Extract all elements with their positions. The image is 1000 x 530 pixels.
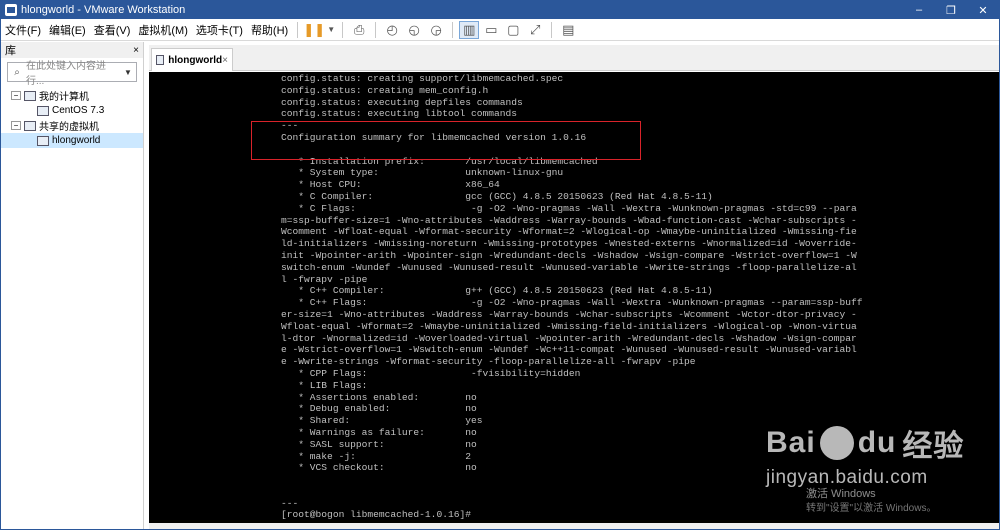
console-line: * CPP Flags: -fvisibility=hidden — [281, 367, 581, 379]
console-line: * Host CPU: x86_64 — [281, 179, 500, 191]
window-title: hlongworld - VMware Workstation — [21, 4, 186, 16]
minimize-button[interactable]: – — [903, 1, 935, 19]
title-bar: hlongworld - VMware Workstation – ❐ ✕ — [1, 1, 999, 19]
console-line: l-dtor -Wnormalized=id -Woverloaded-virt… — [281, 332, 857, 344]
console-line: * LIB Flags: — [281, 379, 368, 391]
tree-item-label: 我的计算机 — [39, 92, 89, 103]
send-ctrl-alt-del-icon[interactable]: ⎙ — [349, 21, 369, 39]
console-line: switch-enum -Wundef -Wunused -Wunused-re… — [281, 261, 857, 273]
console-line: * Debug enabled: no — [281, 403, 477, 415]
console-line: init -Wpointer-arith -Wpointer-sign -Wre… — [281, 249, 857, 261]
vmware-app-icon — [5, 4, 17, 16]
console-line: * C++ Compiler: g++ (GCC) 4.8.5 20150623… — [281, 285, 713, 297]
console-line: * C Flags: -g -O2 -Wno-pragmas -Wall -We… — [281, 202, 857, 214]
pause-icon[interactable]: ❚❚ — [303, 21, 325, 39]
console-line: * C++ Flags: -g -O2 -Wno-pragmas -Wall -… — [281, 297, 863, 309]
vm-icon — [156, 55, 165, 65]
computer-icon — [24, 90, 36, 101]
vm-tab-bar: hlongworld × — [149, 45, 999, 71]
library-title: 库 — [5, 45, 16, 57]
status-strip — [149, 523, 999, 529]
unity-icon[interactable]: ⤢ — [525, 21, 545, 39]
console-line: * SASL support: no — [281, 438, 477, 450]
snapshot-icon[interactable]: ◴ — [382, 21, 402, 39]
toolbar-separator — [297, 21, 299, 38]
library-header: 库 × — [1, 42, 143, 58]
console-line: * Shared: yes — [281, 415, 483, 427]
tab-label: hlongworld — [168, 54, 223, 66]
toolbar-separator — [375, 21, 377, 38]
search-dropdown-icon[interactable]: ▼ — [124, 68, 136, 77]
menu-vm[interactable]: 虚拟机(M) — [134, 22, 192, 38]
library-panel: 库 × ⌕ 在此处键入内容进行... ▼ − 我的计算机 CentOS 7.3 … — [1, 42, 144, 529]
vm-icon — [37, 105, 49, 116]
console-line: * System type: unknown-linux-gnu — [281, 167, 564, 179]
console-line: --- — [281, 120, 299, 132]
menu-file[interactable]: 文件(F) — [1, 22, 45, 38]
menu-view[interactable]: 查看(V) — [90, 22, 135, 38]
console-line: e -Wstrict-overflow=1 -Wswitch-enum -Wun… — [281, 344, 857, 356]
console-line: Configuration summary for libmemcached v… — [281, 131, 587, 143]
console-line: er-size=1 -Wno-attributes -Waddress -War… — [281, 308, 857, 320]
tab-close-icon[interactable]: × — [222, 55, 228, 66]
tree-item-shared-vms[interactable]: − 共享的虚拟机 — [1, 118, 143, 133]
library-close-icon[interactable]: × — [133, 45, 143, 56]
console-line: * VCS checkout: no — [281, 462, 477, 474]
console-line: config.status: creating support/libmemca… — [281, 73, 564, 84]
console-line: Wfloat-equal -Wformat=2 -Wmaybe-uninitia… — [281, 320, 857, 332]
full-screen-icon[interactable]: ▢ — [503, 21, 523, 39]
toolbar-separator — [551, 21, 553, 38]
search-placeholder: 在此处键入内容进行... — [26, 61, 106, 87]
console-line: ld-initializers -Wmissing-noreturn -Wmis… — [281, 238, 857, 250]
menu-help[interactable]: 帮助(H) — [247, 22, 292, 38]
console-line: * Installation prefix: /usr/local/libmem… — [281, 155, 598, 167]
console-line: config.status: executing depfiles comman… — [281, 96, 523, 108]
tree-item-hlongworld[interactable]: hlongworld — [1, 133, 143, 148]
console-line: * make -j: 2 — [281, 450, 471, 462]
console-line: * C Compiler: gcc (GCC) 4.8.5 20150623 (… — [281, 190, 713, 202]
console-line: config.status: executing libtool command… — [281, 108, 518, 120]
library-search-input[interactable]: ⌕ 在此处键入内容进行... ▼ — [7, 61, 137, 87]
tree-item-label: 共享的虚拟机 — [39, 122, 99, 133]
console-line: Wcomment -Wfloat-equal -Wformat-security… — [281, 226, 857, 238]
console-line: l -fwrapv -pipe — [281, 273, 368, 285]
menu-bar: 文件(F) 编辑(E) 查看(V) 虚拟机(M) 选项卡(T) 帮助(H) ❚❚… — [1, 19, 999, 41]
tab-hlongworld[interactable]: hlongworld × — [151, 48, 233, 71]
close-button[interactable]: ✕ — [967, 1, 999, 19]
show-library-icon[interactable]: ▥ — [459, 20, 480, 39]
tree-item-label: CentOS 7.3 — [52, 105, 105, 116]
vmware-window: hlongworld - VMware Workstation – ❐ ✕ 文件… — [0, 0, 1000, 530]
console-line: * Assertions enabled: no — [281, 391, 477, 403]
pause-dropdown-icon[interactable]: ▼ — [326, 21, 336, 39]
thumbnail-bar-icon[interactable]: ▭ — [481, 21, 501, 39]
vm-running-icon — [37, 135, 49, 146]
console-line: config.status: creating mem_config.h — [281, 84, 489, 96]
shared-vms-icon — [24, 120, 36, 131]
snapshot-manager-icon[interactable]: ◶ — [426, 21, 446, 39]
console-line: [root@bogon libmemcached-1.0.16]# — [281, 509, 471, 521]
toolbar-separator — [452, 21, 454, 38]
console-line: * Warnings as failure: no — [281, 426, 477, 438]
console-line: m=ssp-buffer-size=1 -Wno-attributes -Wad… — [281, 214, 857, 226]
tree-item-centos[interactable]: CentOS 7.3 — [1, 103, 143, 118]
menu-tabs[interactable]: 选项卡(T) — [192, 22, 247, 38]
tree-item-label: hlongworld — [52, 135, 101, 146]
tree-item-my-computer[interactable]: − 我的计算机 — [1, 88, 143, 103]
maximize-button[interactable]: ❐ — [935, 1, 967, 19]
vm-console[interactable]: config.status: creating support/libmemca… — [149, 72, 999, 523]
collapse-icon[interactable]: − — [11, 91, 21, 100]
collapse-icon[interactable]: − — [11, 121, 21, 130]
search-icon: ⌕ — [14, 66, 20, 78]
revert-snapshot-icon[interactable]: ◵ — [404, 21, 424, 39]
menu-edit[interactable]: 编辑(E) — [45, 22, 90, 38]
console-line: e -Wwrite-strings -Wformat-security -flo… — [281, 356, 696, 368]
library-tree: − 我的计算机 CentOS 7.3 − 共享的虚拟机 hlongworld — [1, 88, 143, 148]
toolbar-separator — [342, 21, 344, 38]
console-line: --- — [281, 497, 299, 509]
console-view-icon[interactable]: ▤ — [558, 21, 578, 39]
window-controls: – ❐ ✕ — [903, 1, 999, 19]
